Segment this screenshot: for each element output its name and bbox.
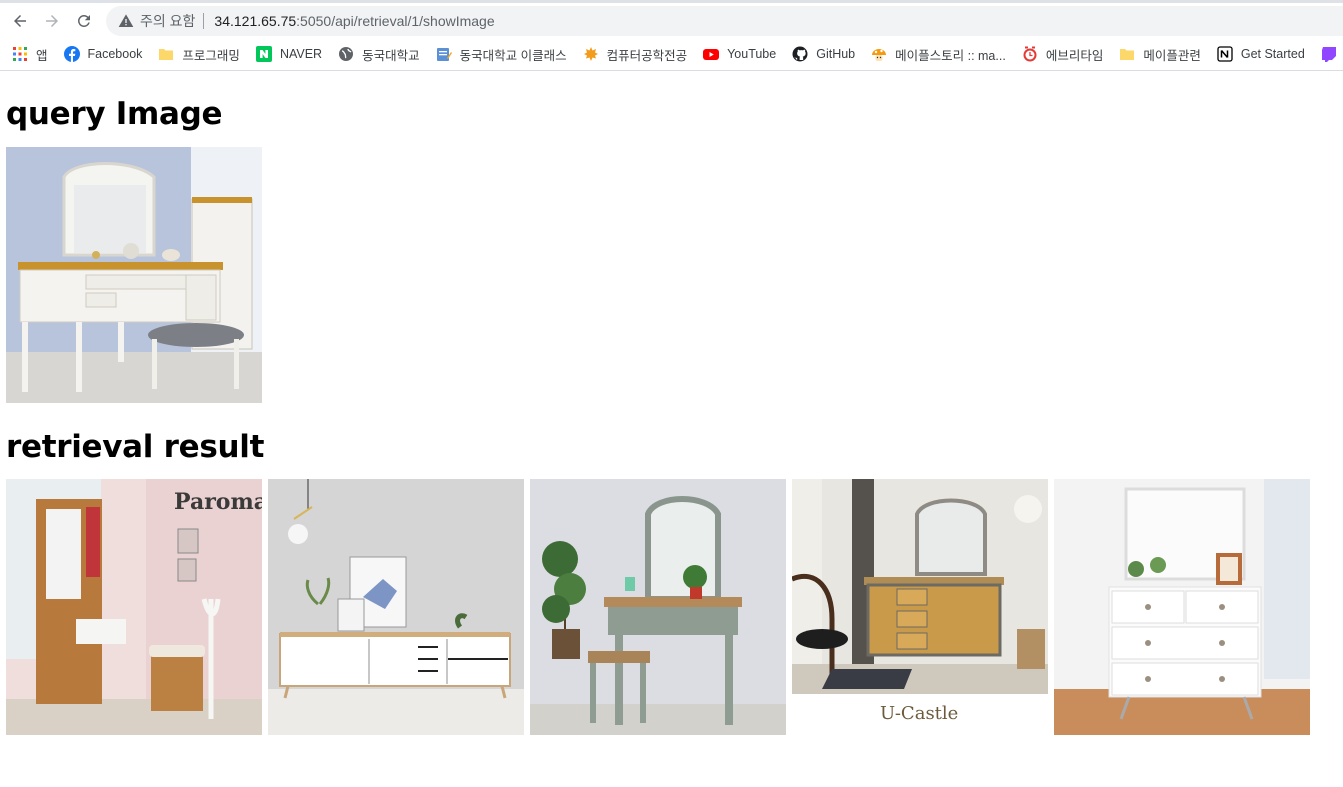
warning-triangle-icon[interactable] (118, 13, 134, 29)
bookmark-label: 컴퓨터공학전공 (606, 48, 688, 63)
bookmark-dongguk-eclass[interactable]: 동국대학교 이클래스 (434, 41, 575, 67)
query-heading: query Image (6, 96, 223, 132)
bookmark-label: Facebook (87, 47, 143, 61)
bookmark-computer-engineering[interactable]: 컴퓨터공학전공 (581, 41, 696, 67)
query-image-wrapper (6, 147, 1343, 403)
address-bar[interactable]: 주의 요함 34.121.65.75:5050/api/retrieval/1/… (106, 6, 1343, 36)
result-image-1: Paroma (6, 479, 262, 735)
arrow-left-icon (14, 14, 26, 27)
result-image-2 (268, 479, 524, 735)
facebook-icon (63, 46, 80, 62)
youtube-icon (703, 46, 720, 62)
omnibox-separator (203, 13, 205, 29)
clock-icon (1022, 46, 1038, 62)
bookmark-label: 앱 (36, 48, 48, 63)
folder-icon (158, 46, 174, 62)
folder-icon (1119, 46, 1135, 62)
result-image-3 (530, 479, 786, 735)
bookmark-label: Get Started (1240, 47, 1305, 61)
bookmark-twitch-partial[interactable] (1319, 41, 1343, 67)
bookmark-dongguk[interactable]: 동국대학교 (336, 41, 428, 67)
mushroom-icon (871, 46, 887, 62)
bookmark-facebook[interactable]: Facebook (62, 41, 151, 67)
bookmark-everytime[interactable]: 에브리타임 (1020, 41, 1112, 67)
maple-leaf-icon (583, 46, 599, 62)
result-heading: retrieval result (6, 429, 265, 465)
arrow-right-icon (46, 14, 58, 27)
bookmark-github[interactable]: GitHub (790, 41, 863, 67)
paroma-logo: Paroma (174, 489, 262, 515)
page-content: query Image retrieval result Paroma U-Ca… (0, 99, 1343, 735)
notion-icon (1217, 46, 1233, 62)
url-path[interactable]: :5050/api/retrieval/1/showImage (296, 13, 494, 29)
globe-icon (338, 46, 354, 62)
bookmark-naver[interactable]: NAVER (254, 41, 330, 67)
bookmark-get-started[interactable]: Get Started (1215, 41, 1313, 67)
result-image-5 (1054, 479, 1310, 735)
bookmark-folder-programming[interactable]: 프로그래밍 (156, 41, 248, 67)
bookmark-maplestory[interactable]: 메이플스토리 :: ma... (869, 41, 1014, 67)
apps-grid-icon (12, 46, 28, 62)
query-image (6, 147, 262, 403)
bookmark-label: 동국대학교 이클래스 (459, 48, 567, 63)
bookmark-apps[interactable]: 앱 (10, 41, 56, 67)
bookmark-label: NAVER (279, 47, 323, 61)
bookmark-label: YouTube (727, 47, 777, 61)
result-image-4: U-Castle (792, 479, 1048, 735)
bookmark-label: 동국대학교 (362, 48, 420, 63)
bookmark-youtube[interactable]: YouTube (701, 41, 784, 67)
twitch-icon (1321, 46, 1337, 62)
notepad-icon (436, 46, 452, 62)
result-gallery: Paroma U-Castle (6, 479, 1343, 735)
naver-icon (255, 46, 272, 62)
bookmark-label: 메이플스토리 :: ma... (895, 48, 1006, 63)
github-icon (792, 46, 808, 62)
back-button[interactable] (4, 5, 36, 37)
reload-icon (77, 14, 90, 27)
security-warning-label[interactable]: 주의 요함 (140, 11, 195, 31)
bookmark-label: 프로그래밍 (182, 48, 240, 63)
bookmark-label: GitHub (816, 47, 856, 61)
browser-toolbar: 주의 요함 34.121.65.75:5050/api/retrieval/1/… (0, 3, 1343, 38)
url-host[interactable]: 34.121.65.75 (214, 13, 296, 29)
ucastle-logo: U-Castle (880, 703, 958, 724)
reload-button[interactable] (68, 5, 100, 37)
bookmark-folder-maple[interactable]: 메이플관련 (1117, 41, 1209, 67)
bookmarks-bar: 앱 Facebook 프로그래밍 NAVER 동국대학교 동국대학교 이클래스 (0, 38, 1343, 71)
forward-button[interactable] (36, 5, 68, 37)
bookmark-label: 에브리타임 (1045, 48, 1104, 63)
bookmark-label: 메이플관련 (1143, 48, 1201, 63)
